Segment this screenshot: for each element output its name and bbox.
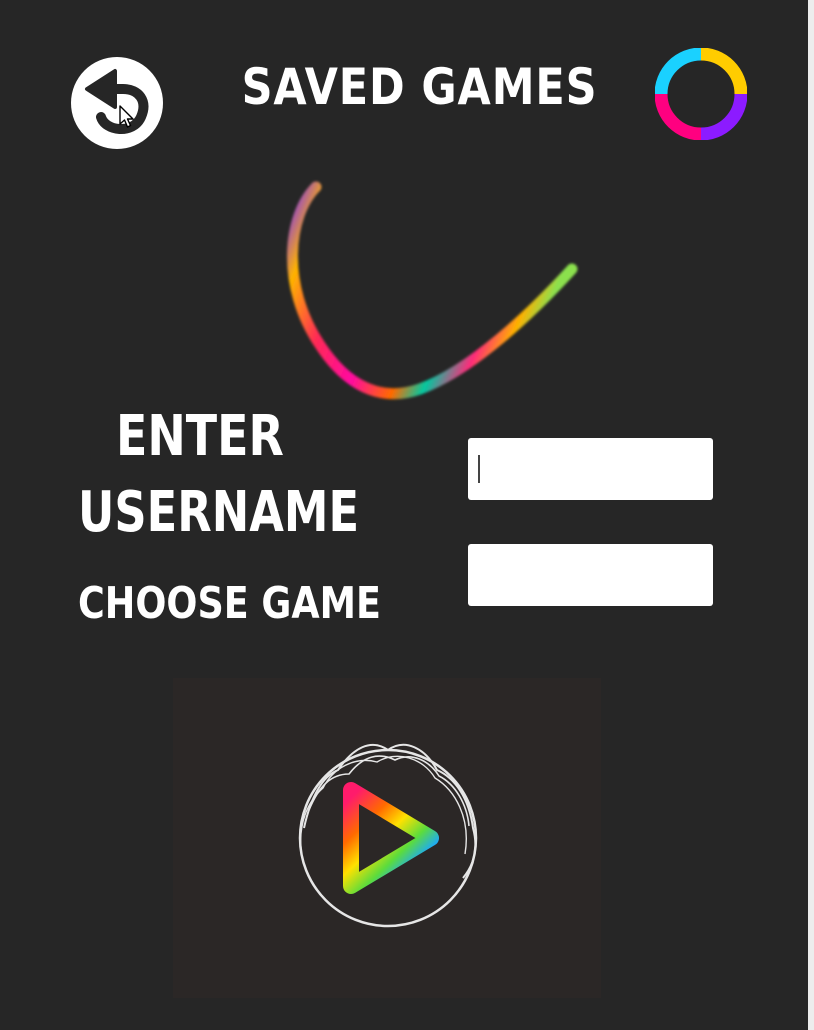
choose-game-label: CHOOSE GAME (78, 578, 381, 629)
username-label: USERNAME (78, 480, 360, 545)
play-icon (298, 743, 478, 928)
window-edge (808, 0, 814, 1030)
color-ring-icon[interactable] (655, 48, 747, 140)
mouse-cursor-icon (119, 105, 134, 128)
text-caret (478, 455, 480, 483)
undo-arrow-icon (85, 69, 149, 134)
enter-label: ENTER (116, 404, 284, 469)
page-title: SAVED GAMES (241, 58, 598, 116)
play-button[interactable] (173, 678, 601, 998)
back-button[interactable] (71, 57, 163, 149)
rainbow-swirl-decoration (287, 181, 578, 400)
choose-game-field[interactable] (468, 544, 713, 606)
username-input[interactable] (468, 438, 713, 500)
